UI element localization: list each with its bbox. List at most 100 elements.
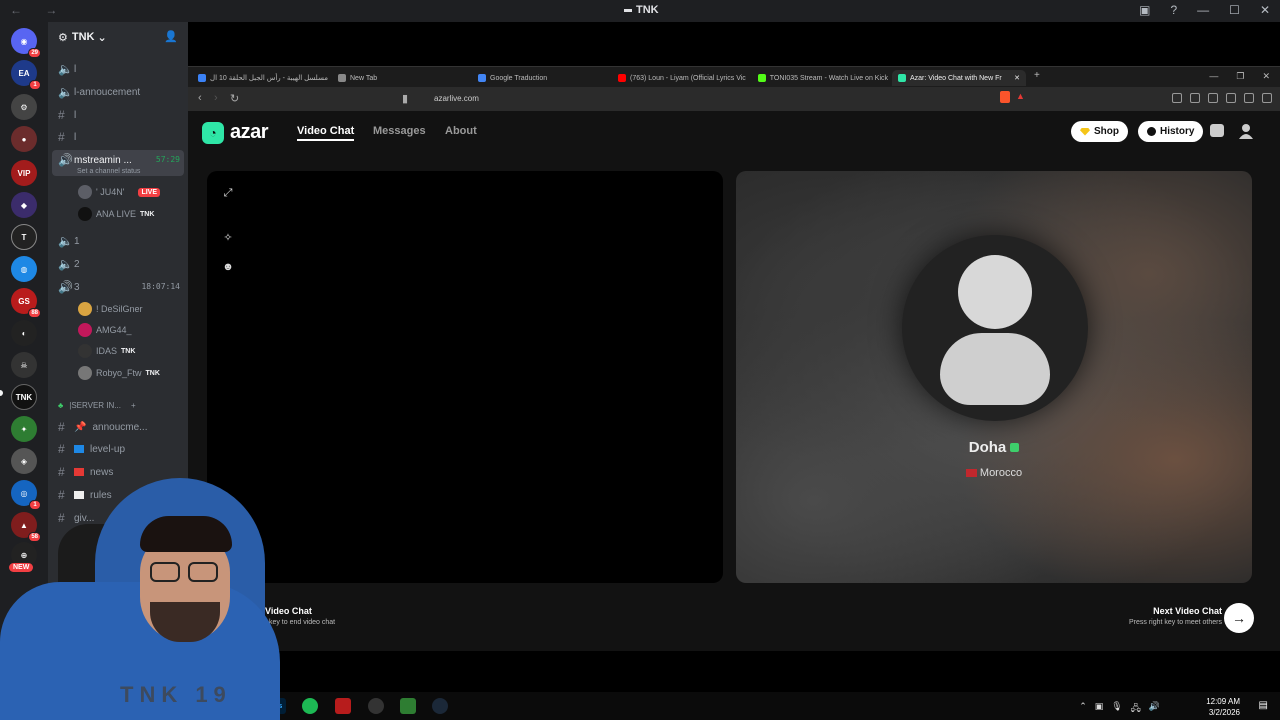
azar-logo[interactable]: ◔ azar [202,121,269,144]
server-icon[interactable]: ◆ [11,192,37,218]
history-button[interactable]: History [1138,121,1204,142]
notification-icon[interactable]: ▤ [1259,700,1268,711]
nav-video-chat[interactable]: Video Chat [297,125,355,141]
close-button[interactable]: ✕ [1262,71,1270,82]
music-icon[interactable] [1208,93,1218,103]
server-icon[interactable]: ◍ [11,256,37,282]
menu-icon[interactable] [1262,93,1272,103]
server-icon[interactable]: ◈ [11,448,37,474]
add-member-icon[interactable]: 👤 [164,30,178,43]
text-channel[interactable]: # l [58,130,76,144]
voice-member[interactable]: ' JU4N' LIVE [78,185,161,199]
voice-member[interactable]: IDAS TNK [78,344,135,358]
inbox-icon[interactable]: ▣ [1139,3,1150,17]
spotify-icon[interactable] [302,698,318,714]
server-icon[interactable]: ● [11,126,37,152]
forward-icon[interactable]: › [214,92,218,104]
maximize-button[interactable]: ☐ [1229,3,1240,17]
obs-icon[interactable] [368,698,384,714]
tab-title: New Tab [350,74,378,82]
browser-tab-active[interactable]: Azar: Video Chat with New Fr ✕ [892,70,1026,86]
browser-tab[interactable]: مسلسل الهيبة - رأس الجبل الحلقة 10 ال [198,70,328,86]
volume-icon[interactable]: 🔊 [1149,701,1160,717]
voice-member[interactable]: ! DeSilGner [78,302,143,316]
tray-app-icon[interactable]: ▣ [1095,701,1104,717]
text-channel[interactable]: # 📌 annoucme... [58,420,148,434]
voice-channel[interactable]: 🔊 3 [58,280,80,294]
effects-wand-icon[interactable]: ✧ [221,231,235,245]
profile-icon[interactable] [1238,123,1254,139]
azar-logo-icon: ◔ [202,121,224,144]
rewards-icon[interactable]: ▲ [1016,91,1025,101]
active-voice-label[interactable]: 🔊 mstreamin ... [58,153,132,167]
voice-channel[interactable]: 🔈 l [58,62,76,76]
voice-channel[interactable]: 🔈 2 [58,257,80,271]
server-vip-icon[interactable]: VIP [11,160,37,186]
browser-tab[interactable]: Google Traduction [478,70,608,86]
logo-text: azar [230,121,269,143]
add-channel-icon[interactable]: + [131,401,136,410]
help-icon[interactable]: ? [1170,3,1177,17]
voice-channel[interactable]: 🔈 l-annoucement [58,85,140,99]
voice-member[interactable]: ANA LIVE TNK [78,207,154,221]
direct-messages-icon[interactable]: ◉ 29 [11,28,41,58]
browser-toolbar: ‹ › ↻ ▮ azarlive.com ▲ [188,87,1280,111]
sidebar-icon[interactable] [1226,93,1236,103]
minimize-button[interactable]: — [1197,3,1209,17]
new-tab-icon[interactable]: + [1034,70,1040,81]
channel-status-hint[interactable]: Set a channel status [77,168,140,175]
close-tab-icon[interactable]: ✕ [1014,74,1020,82]
address-bar[interactable]: azarlive.com [418,90,1038,108]
server-icon[interactable]: ☠ [11,352,37,378]
extension-icon[interactable] [1172,93,1182,103]
server-icon[interactable]: ✦ [11,416,37,442]
category-header[interactable]: ♣ |SERVER IN... + [58,401,136,410]
extension-icon[interactable] [1190,93,1200,103]
server-icon[interactable]: ⚙ [11,94,37,120]
bookmark-icon[interactable]: ▮ [402,92,408,105]
brave-shield-icon[interactable] [1000,91,1010,103]
wallet-icon[interactable] [1244,93,1254,103]
text-channel[interactable]: # level-up [58,442,125,456]
minimize-button[interactable]: — [1209,71,1218,82]
back-icon[interactable]: ‹ [198,92,202,104]
browser-tab[interactable]: (763) Loun - Liyam (Official Lyrics Vic [618,70,748,86]
soundsurfer-icon[interactable] [335,698,351,714]
chevron-up-icon[interactable]: ⌃ [1079,701,1087,717]
nav-messages[interactable]: Messages [373,125,426,137]
steam-icon[interactable] [432,698,448,714]
sticker-icon[interactable]: ☻ [221,261,235,275]
back-forward-nav[interactable]: ← → [10,3,67,17]
voice-channel[interactable]: 🔈 1 [58,234,80,248]
server-tnk-icon[interactable]: TNK [11,384,37,410]
shop-button[interactable]: Shop [1071,121,1128,142]
next-chat-subtitle: Press right key to meet others [1129,619,1222,626]
avatar [78,207,92,221]
nav-about[interactable]: About [445,125,477,137]
server-ea-icon[interactable]: EA 1 [11,60,41,90]
browser-tab[interactable]: New Tab [338,70,468,86]
next-chat-button[interactable]: → [1224,603,1254,633]
voice-timer: 18:07:14 [141,282,180,291]
text-channel[interactable]: # l [58,108,76,122]
restore-button[interactable]: ❐ [1236,71,1244,82]
tab-title: TONI035 Stream - Watch Live on Kick [769,74,888,82]
inbox-icon[interactable] [1210,124,1224,137]
server-icon[interactable]: GS 88 [11,288,41,318]
network-icon[interactable]: 🖧 [1131,701,1141,717]
close-button[interactable]: ✕ [1260,3,1270,17]
microphone-icon[interactable]: 🎙 [1111,701,1122,717]
server-header[interactable]: ⚙ TNK ⌄ 👤 [48,22,188,52]
browser-tab[interactable]: TONI035 Stream - Watch Live on Kick [758,70,888,86]
game-icon[interactable] [400,698,416,714]
clock[interactable]: 12:09 AM 3/2/2026 [1206,696,1240,718]
swap-camera-icon[interactable]: ⤢ [221,187,235,201]
server-t-icon[interactable]: T [11,224,37,250]
reload-icon[interactable]: ↻ [230,92,239,105]
voice-member[interactable]: Robyo_Ftw TNK [78,366,160,380]
voice-timer: 57:29 [155,155,180,164]
channel-label: level-up [90,443,126,455]
speaker-icon: 🔊 [58,153,73,167]
server-icon[interactable]: ◐ [11,320,37,346]
voice-member[interactable]: AMG44_ [78,323,132,337]
